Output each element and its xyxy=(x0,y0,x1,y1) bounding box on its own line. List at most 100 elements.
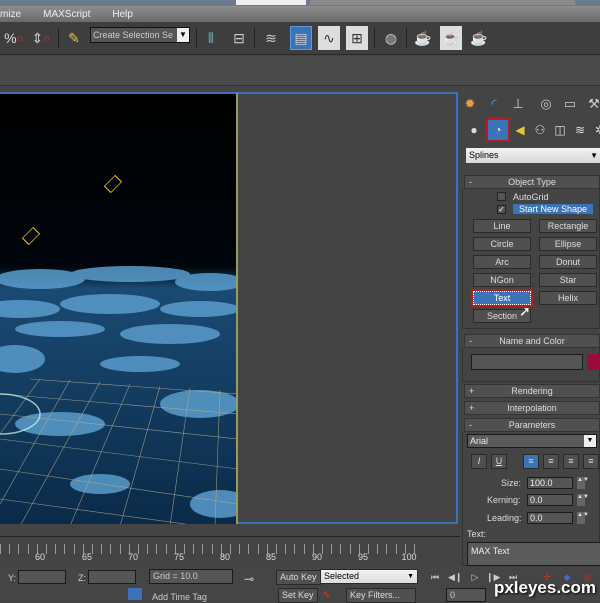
leading-spinner[interactable]: ▲▼ xyxy=(577,512,589,524)
timeline-ruler[interactable]: 60 65 70 75 80 85 90 95 100 xyxy=(0,524,460,566)
leading-input[interactable]: 0.0 xyxy=(527,512,573,524)
percent-snap-icon[interactable]: % ∩ xyxy=(3,26,25,50)
timeline-tick xyxy=(184,544,185,554)
italic-button[interactable]: I xyxy=(471,454,487,469)
chevron-down-icon: ▼ xyxy=(590,151,598,160)
edit-named-selection-icon[interactable]: ✎ xyxy=(63,26,85,50)
key-mode-dropdown[interactable]: Selected ▼ xyxy=(320,569,418,584)
start-new-shape-checkbox[interactable]: ✓ xyxy=(497,205,506,214)
line-button[interactable]: Line xyxy=(473,219,531,233)
circle-button[interactable]: Circle xyxy=(473,237,531,251)
chevron-down-icon: ▼ xyxy=(407,573,414,580)
autogrid-checkbox[interactable] xyxy=(497,192,506,201)
object-type-group: AutoGrid ✓ Start New Shape Line Rectangl… xyxy=(462,189,600,329)
z-coordinate-input[interactable] xyxy=(88,570,136,584)
previous-frame-icon[interactable]: ◀❙ xyxy=(448,572,462,584)
timeline-tick xyxy=(18,544,20,554)
object-color-swatch[interactable] xyxy=(587,354,600,370)
spinner-snap-icon[interactable]: ⇕ ∩ xyxy=(30,26,52,50)
align-left-icon[interactable]: ≡ xyxy=(523,454,539,469)
menu-help[interactable]: Help xyxy=(101,9,144,20)
arc-button[interactable]: Arc xyxy=(473,255,531,269)
object-name-input[interactable] xyxy=(471,354,583,370)
align-right-icon[interactable]: ≡ xyxy=(563,454,579,469)
motion-tab-icon[interactable]: ◎ xyxy=(536,94,556,114)
ngon-button[interactable]: NGon xyxy=(473,273,531,287)
add-time-tag[interactable]: Add Time Tag xyxy=(152,592,207,602)
create-tab-icon[interactable]: ✹ xyxy=(460,94,480,114)
shapes-icon[interactable]: ◔ xyxy=(486,118,510,142)
parameters-rollout[interactable]: - Parameters xyxy=(464,418,600,432)
align-center-icon[interactable]: ≡ xyxy=(543,454,559,469)
timeline-tick xyxy=(294,544,296,554)
menu-customize[interactable]: mize xyxy=(0,9,32,20)
curve-editor-icon[interactable]: ∿ xyxy=(318,26,340,50)
mirror-icon[interactable]: ⫴ xyxy=(200,26,222,50)
geometry-icon[interactable]: ● xyxy=(464,120,484,140)
helix-button[interactable]: Helix xyxy=(539,291,597,305)
scene-explorer-icon[interactable]: ▤ xyxy=(290,26,312,50)
systems-icon[interactable]: ✲ xyxy=(590,120,600,140)
key-icon[interactable]: ⊸ xyxy=(244,572,254,586)
size-input[interactable]: 100.0 xyxy=(527,477,573,489)
object-type-rollout[interactable]: - Object Type xyxy=(464,175,600,189)
font-dropdown[interactable]: Arial ▼ xyxy=(467,434,597,448)
helpers-icon[interactable]: ◫ xyxy=(550,120,570,140)
y-coordinate-input[interactable] xyxy=(18,570,66,584)
tick-label: 65 xyxy=(81,552,93,562)
set-key-button[interactable]: Set Key xyxy=(278,588,318,603)
format-buttons: I U ≡ ≡ ≡ ≡ xyxy=(471,454,600,470)
modify-tab-icon[interactable]: ◜ xyxy=(484,94,504,114)
key-filters-button[interactable]: Key Filters... xyxy=(346,588,416,603)
tick-label: 80 xyxy=(219,552,231,562)
timeline-tick xyxy=(248,544,250,554)
underline-button[interactable]: U xyxy=(491,454,507,469)
space-warps-icon[interactable]: ≋ xyxy=(570,120,590,140)
donut-button[interactable]: Donut xyxy=(539,255,597,269)
name-and-color-rollout[interactable]: - Name and Color xyxy=(464,334,600,348)
timeline-tick xyxy=(64,544,66,554)
material-editor-icon[interactable]: ◍ xyxy=(380,26,402,50)
layer-manager-icon[interactable]: ≋ xyxy=(260,26,282,50)
timeline-tick xyxy=(230,544,231,554)
align-icon[interactable]: ⊟ xyxy=(228,26,250,50)
display-tab-icon[interactable]: ▭ xyxy=(560,94,580,114)
watermark: pxleyes.com xyxy=(493,578,596,597)
main-toolbar: % ∩ ⇕ ∩ ✎ Create Selection Se ▼ ⫴ ⊟ ≋ ▤ ∿ ⊞… xyxy=(0,22,600,55)
parameters-group: Arial ▼ I U ≡ ≡ ≡ ≡ Size: 100.0 ▲▼ Kernin… xyxy=(462,432,600,566)
rendering-rollout[interactable]: + Rendering xyxy=(464,384,600,398)
timeline-tick xyxy=(368,544,369,554)
render-setup-icon[interactable]: ☕ xyxy=(412,26,434,50)
time-tag-icon[interactable] xyxy=(128,588,142,600)
size-spinner[interactable]: ▲▼ xyxy=(577,477,589,489)
viewport-empty-area[interactable] xyxy=(238,92,458,524)
viewport-perspective[interactable] xyxy=(0,92,238,524)
schematic-view-icon[interactable]: ⊞ xyxy=(346,26,368,50)
category-dropdown[interactable]: Splines ▼ xyxy=(466,148,600,163)
timeline-tick xyxy=(55,544,57,554)
selection-set-dropdown[interactable]: Create Selection Se ▼ xyxy=(90,27,190,43)
kerning-input[interactable]: 0.0 xyxy=(527,494,573,506)
utilities-tab-icon[interactable]: ⚒ xyxy=(584,94,600,114)
interpolation-rollout[interactable]: + Interpolation xyxy=(464,401,600,415)
render-production-icon[interactable]: ☕ xyxy=(468,26,490,50)
tick-label: 90 xyxy=(311,552,323,562)
star-button[interactable]: Star xyxy=(539,273,597,287)
mouse-cursor-icon: ➚ xyxy=(519,303,531,319)
justify-icon[interactable]: ≡ xyxy=(583,454,599,469)
cameras-icon[interactable]: ⚇ xyxy=(530,120,550,140)
hierarchy-tab-icon[interactable]: ⊥ xyxy=(508,94,528,114)
auto-key-button[interactable]: Auto Key xyxy=(276,570,321,585)
lights-icon[interactable]: ◀ xyxy=(510,120,530,140)
timeline-tick xyxy=(377,544,379,554)
rectangle-button[interactable]: Rectangle xyxy=(539,219,597,233)
rendered-frame-window-icon[interactable]: ☕ xyxy=(440,26,462,50)
timeline-tick xyxy=(322,544,323,554)
timeline-tick xyxy=(340,544,342,554)
ellipse-button[interactable]: Ellipse xyxy=(539,237,597,251)
kerning-spinner[interactable]: ▲▼ xyxy=(577,494,589,506)
go-to-start-icon[interactable]: ⏮ xyxy=(428,572,442,584)
text-input[interactable]: MAX Text xyxy=(467,542,600,566)
play-icon[interactable]: ▷ xyxy=(468,572,482,584)
menu-maxscript[interactable]: MAXScript xyxy=(32,9,101,20)
